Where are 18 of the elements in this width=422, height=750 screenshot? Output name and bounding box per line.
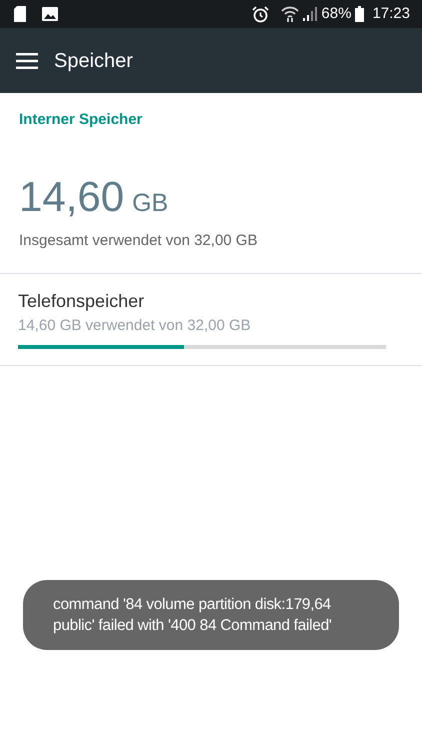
wifi-icon bbox=[281, 6, 300, 22]
signal-icon bbox=[303, 7, 318, 21]
volume-name: Telefonspeicher bbox=[18, 290, 146, 313]
battery-icon bbox=[355, 6, 364, 22]
clock: 17:23 bbox=[372, 4, 410, 24]
used-amount: 14,60 bbox=[19, 176, 124, 218]
battery-percent: 68% bbox=[321, 4, 352, 24]
sd-card-icon bbox=[14, 6, 26, 22]
storage-item[interactable]: Telefonspeicher 14,60 GB verwendet von 32,00 GB bbox=[0, 272, 422, 366]
toast-message: command '84 volume partition disk:179,64 public' failed with '400 84 Command failed' bbox=[23, 580, 399, 650]
screen-title: Speicher bbox=[54, 48, 133, 74]
unit-label: GB bbox=[132, 188, 168, 218]
volume-usage: 14,60 GB verwendet von 32,00 GB bbox=[18, 316, 252, 336]
image-icon bbox=[42, 7, 58, 21]
alarm-icon bbox=[252, 6, 270, 22]
section-title: Interner Speicher bbox=[18, 110, 144, 130]
menu-icon[interactable] bbox=[16, 52, 38, 68]
summary-caption: Insgesamt verwendet von 32,00 GB bbox=[19, 231, 258, 251]
